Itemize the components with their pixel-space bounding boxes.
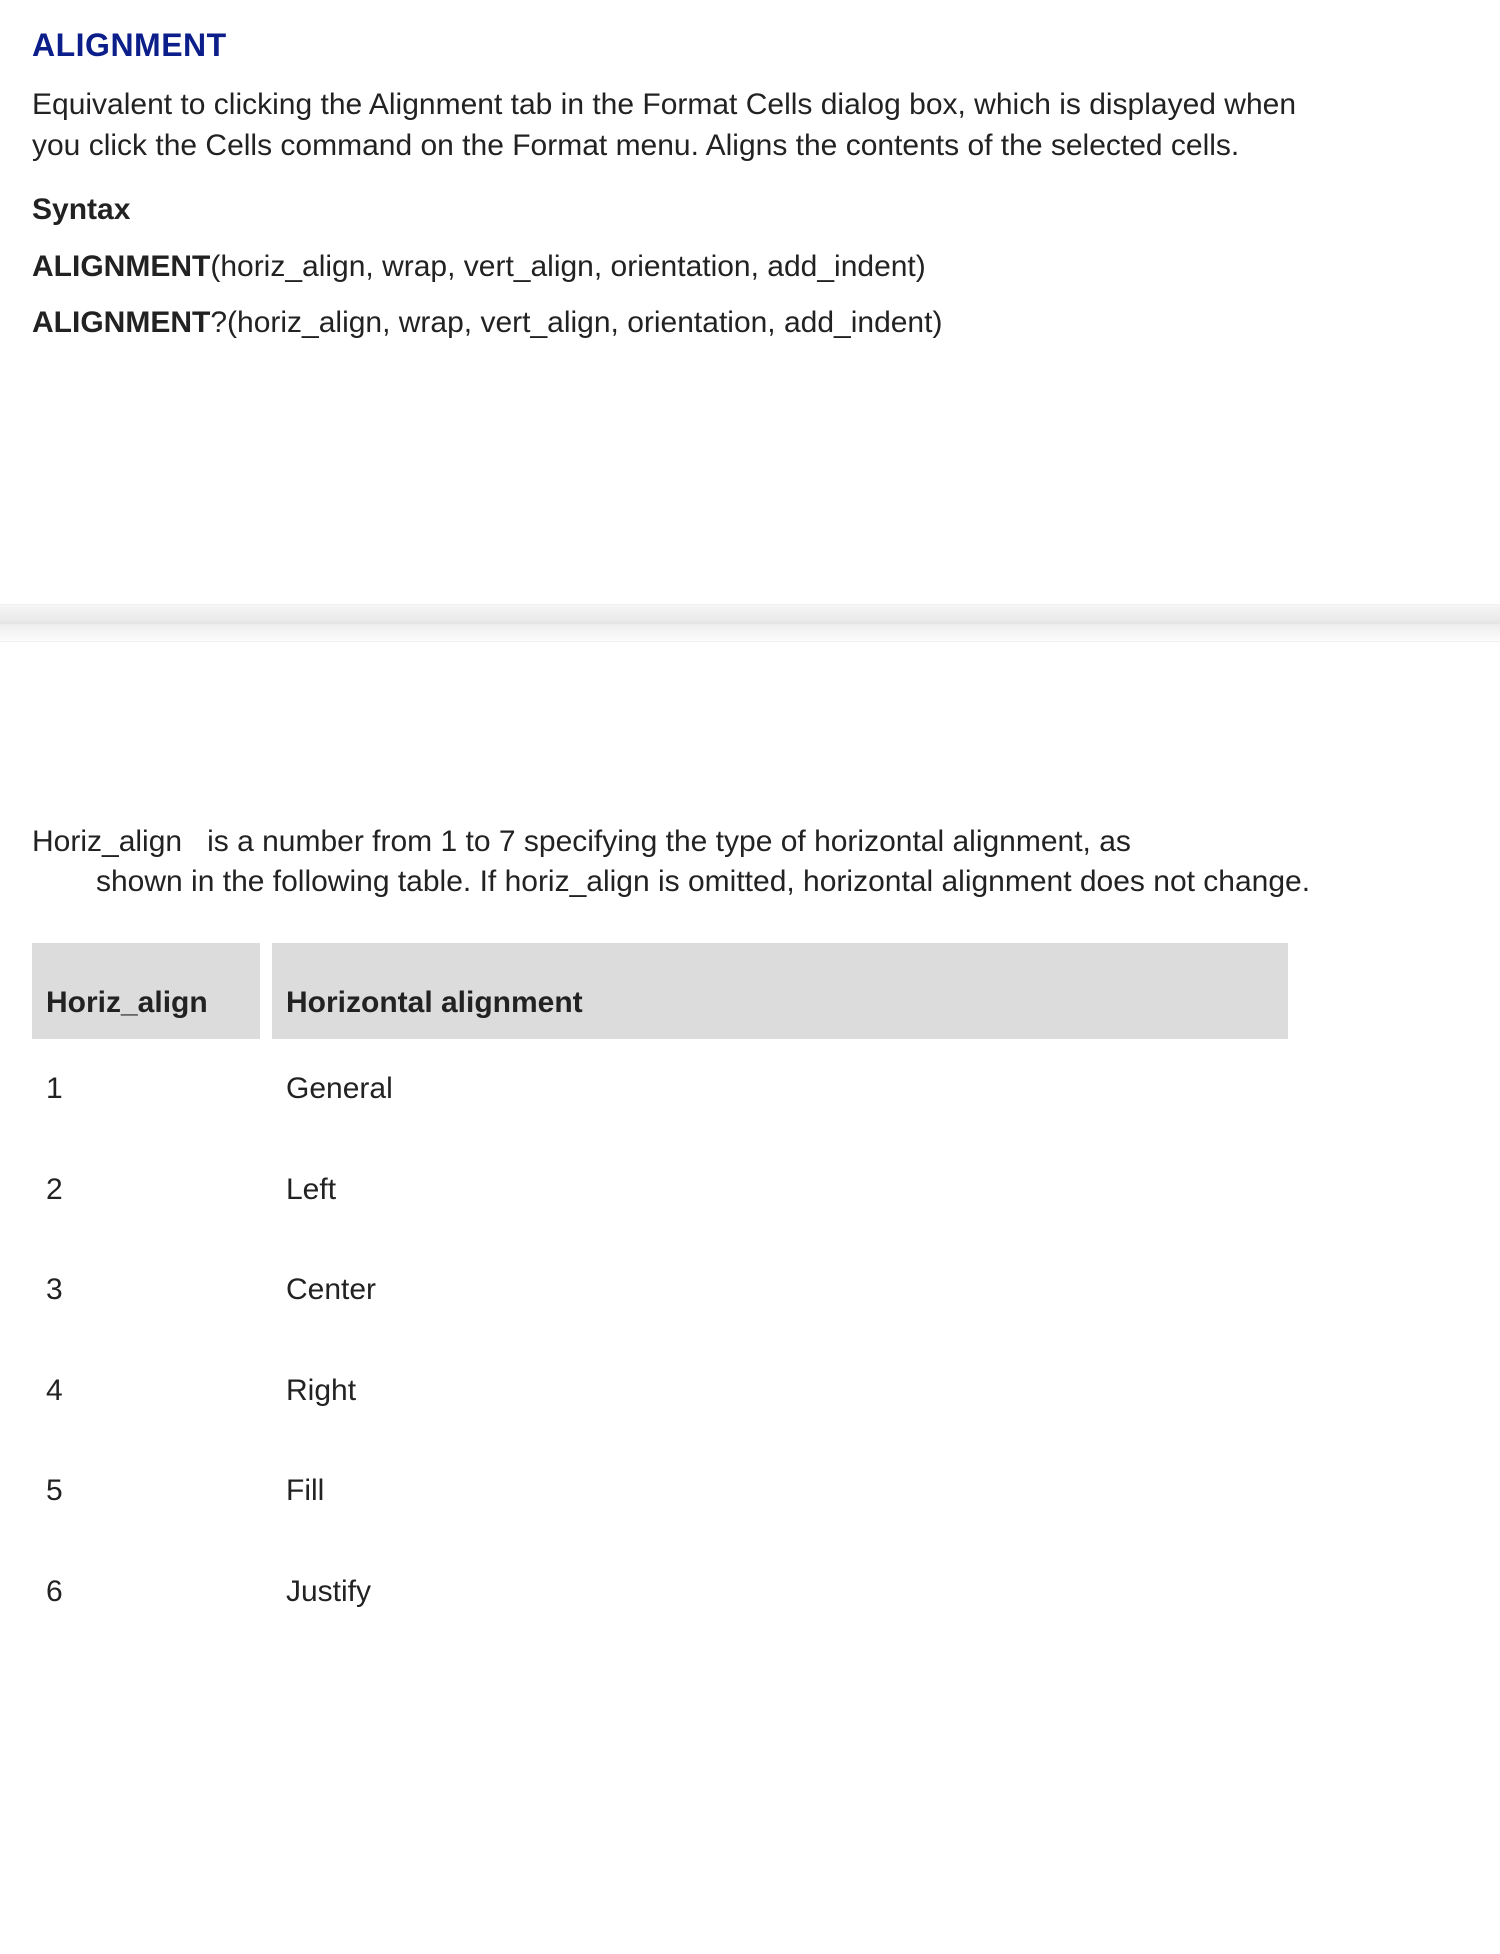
cell-code: 3 <box>32 1240 260 1341</box>
cell-code: 1 <box>32 1039 260 1140</box>
table-header-code: Horiz_align <box>32 943 260 1040</box>
cell-code: 5 <box>32 1441 260 1542</box>
syntax-q-2: ? <box>210 306 227 339</box>
section-divider <box>0 604 1500 642</box>
syntax-line-1: ALIGNMENT(horiz_align, wrap, vert_align,… <box>32 247 1468 288</box>
table-header-desc: Horizontal alignment <box>272 943 1288 1040</box>
cell-desc: Center <box>272 1240 1288 1341</box>
table-row: 2 Left <box>32 1140 1288 1241</box>
cell-code: 4 <box>32 1341 260 1442</box>
description-text: Equivalent to clicking the Alignment tab… <box>32 85 1352 166</box>
table-row: 1 General <box>32 1039 1288 1140</box>
table-header-row: Horiz_align Horizontal alignment <box>32 943 1288 1040</box>
syntax-fn-1: ALIGNMENT <box>32 250 210 283</box>
param-name: Horiz_align <box>32 825 182 858</box>
syntax-args-2: (horiz_align, wrap, vert_align, orientat… <box>227 306 942 339</box>
header-section: ALIGNMENT Equivalent to clicking the Ali… <box>0 0 1500 344</box>
syntax-line-2: ALIGNMENT?(horiz_align, wrap, vert_align… <box>32 303 1468 344</box>
cell-desc: Justify <box>272 1542 1288 1643</box>
table-row: 6 Justify <box>32 1542 1288 1643</box>
body-section: Horiz_align is a number from 1 to 7 spec… <box>0 642 1500 1643</box>
syntax-heading: Syntax <box>32 190 1468 231</box>
syntax-fn-2: ALIGNMENT <box>32 306 210 339</box>
syntax-args-1: (horiz_align, wrap, vert_align, orientat… <box>210 250 925 283</box>
table-row: 3 Center <box>32 1240 1288 1341</box>
doc-page: ALIGNMENT Equivalent to clicking the Ali… <box>0 0 1500 1642</box>
table-row: 5 Fill <box>32 1441 1288 1542</box>
cell-code: 6 <box>32 1542 260 1643</box>
cell-desc: General <box>272 1039 1288 1140</box>
horiz-align-table: Horiz_align Horizontal alignment 1 Gener… <box>20 943 1300 1643</box>
cell-code: 2 <box>32 1140 260 1241</box>
cell-desc: Fill <box>272 1441 1288 1542</box>
page-title: ALIGNMENT <box>32 24 1468 67</box>
param-horiz-align: Horiz_align is a number from 1 to 7 spec… <box>32 822 1352 903</box>
param-text-first: is a number from 1 to 7 specifying the t… <box>207 825 1131 858</box>
param-gap <box>182 825 207 858</box>
cell-desc: Left <box>272 1140 1288 1241</box>
table-row: 4 Right <box>32 1341 1288 1442</box>
param-text-rest: shown in the following table. If horiz_a… <box>32 862 1352 903</box>
cell-desc: Right <box>272 1341 1288 1442</box>
